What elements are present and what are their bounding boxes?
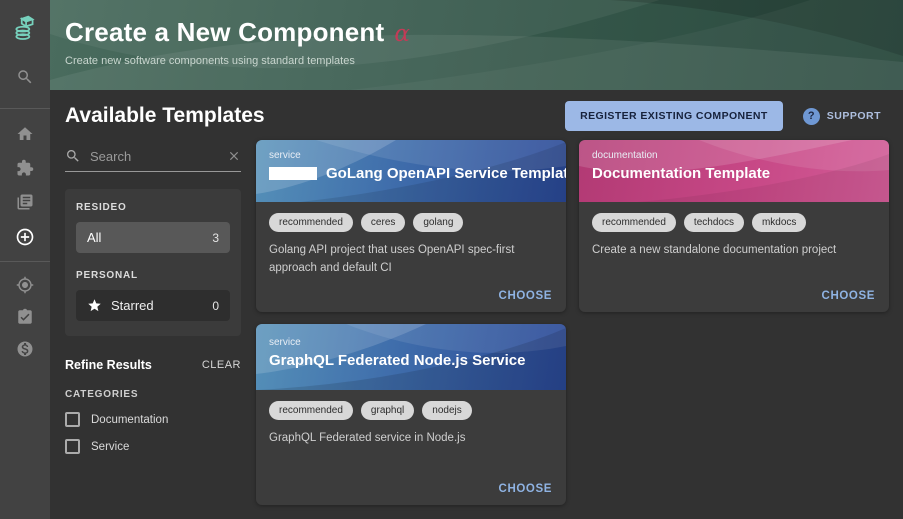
support-label: SUPPORT (826, 110, 881, 122)
card-header: documentation Documentation Template (579, 140, 889, 202)
refine-results-title: Refine Results (65, 358, 152, 372)
template-card-grid: service GoLang OpenAPI Service Template … (256, 140, 889, 505)
category-checkbox-service[interactable]: Service (65, 439, 241, 454)
card-body: recommended graphql nodejs GraphQL Feder… (256, 390, 566, 505)
tag-chip: golang (413, 213, 464, 232)
card-description: Golang API project that uses OpenAPI spe… (269, 244, 515, 274)
tag-chip: nodejs (422, 401, 472, 420)
category-checkbox-documentation[interactable]: Documentation (65, 412, 241, 427)
template-search (65, 148, 241, 172)
choose-button[interactable]: CHOOSE (499, 290, 552, 302)
card-description: Create a new standalone documentation pr… (592, 244, 837, 256)
page-title: Create a New Component (65, 17, 385, 47)
page-header: Create a New Component α Create new soft… (50, 0, 903, 90)
logo-glyph (15, 15, 35, 40)
home-icon (17, 127, 33, 140)
clear-filters-button[interactable]: CLEAR (202, 359, 241, 371)
tag-chip: mkdocs (751, 213, 807, 232)
categories-label: CATEGORIES (65, 389, 139, 400)
tag-chip: graphql (360, 401, 415, 420)
group-label-personal: PERSONAL (76, 270, 138, 281)
search-icon (18, 70, 32, 84)
alpha-badge: α (394, 21, 410, 47)
card-type-label: service (269, 337, 301, 348)
page-subtitle: Create new software components using sta… (65, 55, 355, 67)
rail-tech-radar-button[interactable] (0, 276, 50, 294)
help-icon: ? (802, 107, 820, 125)
checkbox-icon[interactable] (65, 439, 80, 454)
rail-search-button[interactable] (0, 68, 50, 86)
search-icon (66, 149, 79, 162)
tag-chip: recommended (269, 213, 353, 232)
money-icon (17, 341, 33, 357)
tag-chip: ceres (360, 213, 406, 232)
puzzle-icon (17, 159, 34, 176)
checkbox-icon[interactable] (65, 412, 80, 427)
sidebar-rail (0, 0, 50, 519)
clipboard-check-icon (18, 308, 32, 324)
rail-divider (0, 108, 50, 109)
card-header: service GraphQL Federated Node.js Servic… (256, 324, 566, 390)
card-title: Documentation Template (592, 165, 771, 182)
card-type-label: documentation (592, 150, 658, 161)
rail-tasks-button[interactable] (0, 308, 50, 326)
group-label-resideo: RESIDEO (76, 202, 127, 213)
rail-docs-button[interactable] (0, 193, 50, 211)
star-icon (88, 299, 101, 312)
rail-create-button[interactable] (0, 227, 50, 247)
choose-button[interactable]: CHOOSE (499, 483, 552, 495)
tag-row: recommended techdocs mkdocs (592, 213, 876, 232)
card-title: GoLang OpenAPI Service Template (326, 165, 566, 182)
filter-item-count: 0 (212, 298, 219, 313)
card-body: recommended techdocs mkdocs Create a new… (579, 202, 889, 312)
template-logo-placeholder (269, 167, 317, 180)
filter-item-label: All (87, 230, 102, 245)
search-input[interactable] (90, 148, 227, 164)
filter-sidebar: RESIDEO All 3 PERSONAL Starred 0 Refine … (65, 148, 241, 454)
refine-results-row: Refine Results CLEAR (65, 358, 241, 372)
clear-search-icon[interactable] (227, 149, 241, 163)
filter-item-starred[interactable]: Starred 0 (76, 290, 230, 321)
card-header: service GoLang OpenAPI Service Template (256, 140, 566, 202)
tag-chip: recommended (269, 401, 353, 420)
template-card-golang: service GoLang OpenAPI Service Template … (256, 140, 566, 312)
add-circle-icon (16, 228, 34, 246)
tag-chip: recommended (592, 213, 676, 232)
card-type-label: service (269, 150, 301, 161)
tag-chip: techdocs (683, 213, 744, 232)
card-title: GraphQL Federated Node.js Service (269, 352, 526, 369)
tag-row: recommended ceres golang (269, 213, 553, 232)
tag-row: recommended graphql nodejs (269, 401, 553, 420)
template-card-documentation: documentation Documentation Template rec… (579, 140, 889, 312)
rail-cost-insights-button[interactable] (0, 340, 50, 358)
library-docs-icon (17, 194, 33, 210)
checkbox-label: Documentation (91, 413, 169, 426)
my-location-icon (16, 276, 34, 294)
register-existing-component-button[interactable]: REGISTER EXISTING COMPONENT (565, 101, 783, 131)
filter-item-all[interactable]: All 3 (76, 222, 230, 253)
rail-divider (0, 261, 50, 262)
backstage-logo-icon[interactable] (0, 14, 50, 42)
content-toolbar: Available Templates REGISTER EXISTING CO… (65, 100, 881, 132)
template-card-graphql: service GraphQL Federated Node.js Servic… (256, 324, 566, 505)
card-body: recommended ceres golang Golang API proj… (256, 202, 566, 312)
section-heading: Available Templates (65, 104, 265, 127)
card-description: GraphQL Federated service in Node.js (269, 432, 466, 444)
rail-home-button[interactable] (0, 125, 50, 143)
checkbox-label: Service (91, 440, 130, 453)
choose-button[interactable]: CHOOSE (822, 290, 875, 302)
rail-extensions-button[interactable] (0, 159, 50, 177)
filter-groups-panel: RESIDEO All 3 PERSONAL Starred 0 (65, 189, 241, 336)
create-component-page: Create a New Component α Create new soft… (0, 0, 903, 519)
filter-item-label: Starred (111, 298, 154, 313)
support-button[interactable]: ? SUPPORT (802, 107, 881, 125)
main-content: Available Templates REGISTER EXISTING CO… (50, 90, 903, 519)
filter-item-count: 3 (212, 230, 219, 245)
